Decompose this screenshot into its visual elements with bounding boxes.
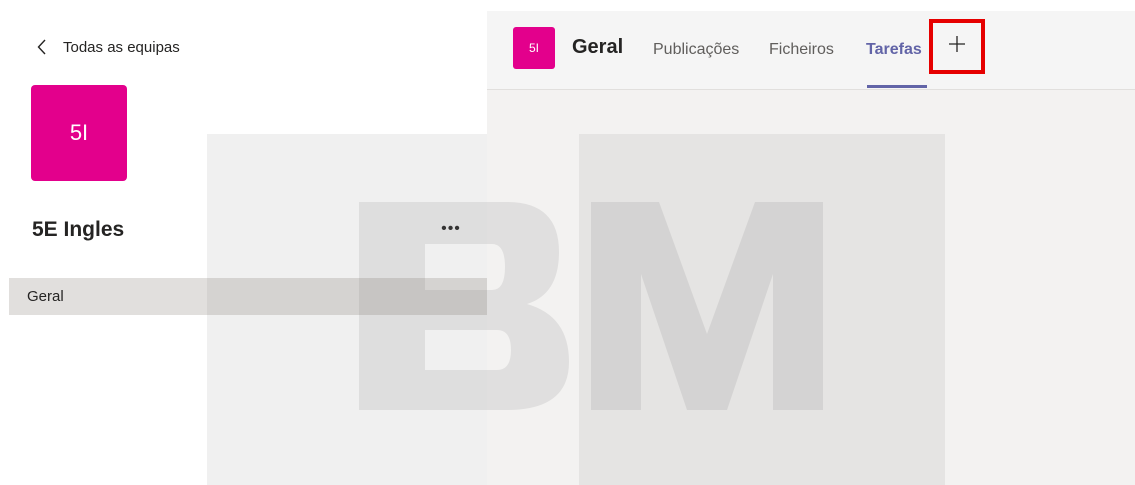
active-tab-indicator: [867, 85, 927, 88]
channel-avatar: 5I: [513, 27, 555, 69]
tab-ficheiros[interactable]: Ficheiros: [769, 41, 834, 59]
tab-publicacoes[interactable]: Publicações: [653, 41, 739, 59]
channel-item-label: Geral: [27, 288, 64, 305]
team-avatar: 5I: [31, 85, 127, 181]
team-name: 5E Ingles: [32, 218, 125, 241]
tab-tarefas[interactable]: Tarefas: [866, 41, 922, 59]
more-options-icon: •••: [441, 220, 461, 237]
channel-header: 5I Geral Publicações Ficheiros Tarefas: [487, 11, 1135, 90]
chevron-left-icon: [33, 38, 51, 56]
team-more-options-button[interactable]: •••: [436, 218, 466, 240]
channel-avatar-initials: 5I: [528, 41, 539, 55]
add-tab-button[interactable]: [929, 19, 985, 74]
left-rail: Todas as equipas 5I 5E Ingles ••• Geral: [0, 0, 487, 485]
plus-icon: [947, 34, 967, 59]
back-to-all-teams-link[interactable]: Todas as equipas: [33, 36, 180, 58]
back-link-label: Todas as equipas: [63, 38, 180, 56]
team-avatar-initials: 5I: [69, 120, 89, 145]
channel-item-geral[interactable]: Geral: [9, 278, 487, 315]
channel-title: Geral: [572, 36, 624, 58]
channel-main: 5I Geral Publicações Ficheiros Tarefas: [487, 11, 1135, 485]
